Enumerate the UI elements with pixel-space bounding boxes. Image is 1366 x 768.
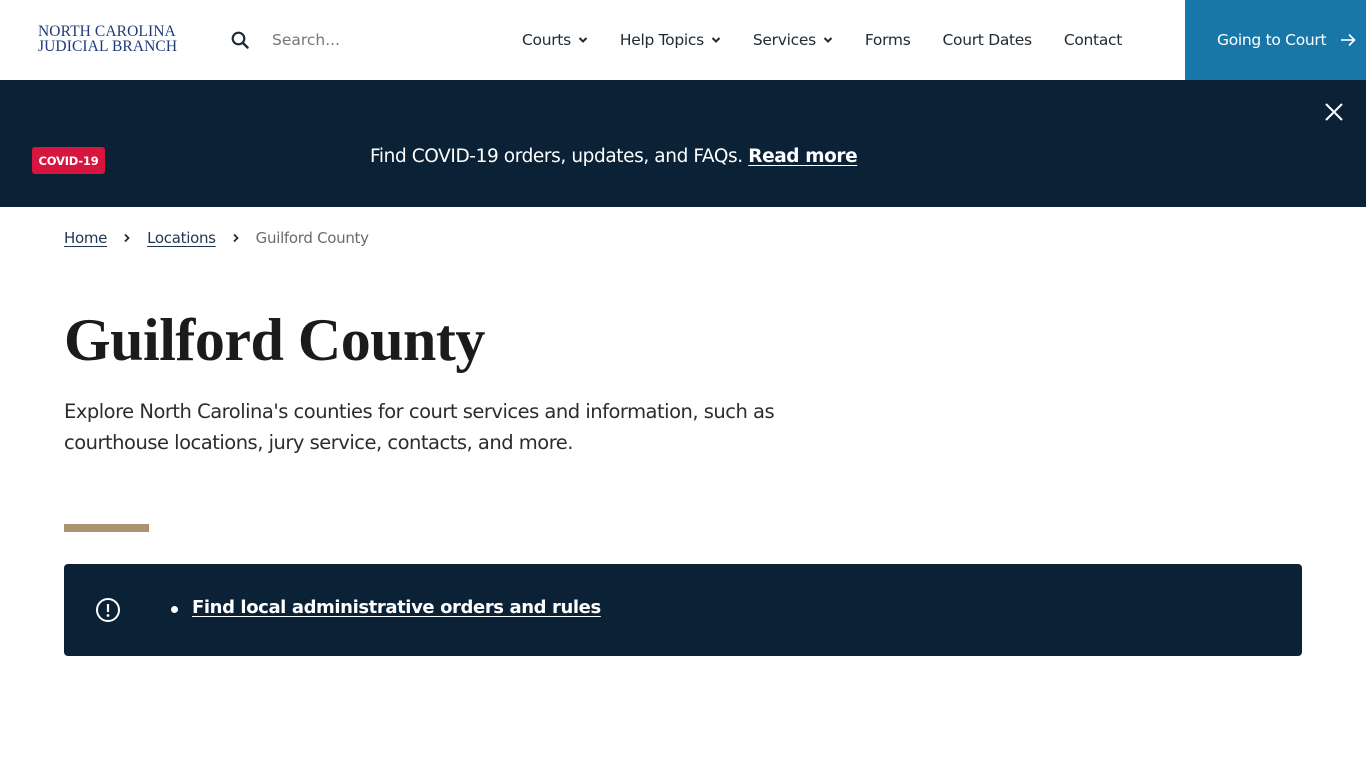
- arrow-right-icon: [1341, 33, 1356, 47]
- nav-item-label: Courts: [522, 31, 571, 49]
- nav-item-label: Help Topics: [619, 31, 704, 49]
- accent-divider: [64, 524, 149, 532]
- chevron-down-icon: [578, 37, 588, 43]
- read-more-link[interactable]: Read more: [748, 146, 857, 167]
- page-title: Guilford County: [64, 307, 485, 373]
- nav-item-label: Services: [752, 31, 816, 49]
- nav-item-courts[interactable]: Courts: [506, 0, 604, 80]
- nav-item-forms[interactable]: Forms: [849, 0, 927, 80]
- logo-line-1: NORTH CAROLINA: [38, 23, 176, 40]
- nav-item-label: Court Dates: [942, 31, 1032, 49]
- banner-message: Find COVID-19 orders, updates, and FAQs.…: [370, 146, 858, 167]
- logo-line-2: JUDICIAL BRANCH: [38, 38, 178, 55]
- nav-item-help-topics[interactable]: Help Topics: [604, 0, 737, 80]
- admin-orders-link[interactable]: Find local administrative orders and rul…: [192, 597, 601, 618]
- nav-item-label: Forms: [864, 31, 911, 49]
- breadcrumb-home[interactable]: Home: [64, 229, 107, 247]
- chevron-right-icon: [233, 233, 239, 243]
- site-header: NORTH CAROLINA JUDICIAL BRANCH Courts He…: [0, 0, 1366, 80]
- chevron-down-icon: [823, 37, 833, 43]
- alert-list: Find local administrative orders and rul…: [171, 597, 601, 618]
- nav-item-contact[interactable]: Contact: [1048, 0, 1138, 80]
- chevron-down-icon: [711, 37, 721, 43]
- site-logo[interactable]: NORTH CAROLINA JUDICIAL BRANCH: [38, 23, 178, 55]
- chevron-right-icon: [124, 233, 130, 243]
- covid-banner: COVID-19 Find COVID-19 orders, updates, …: [0, 80, 1366, 207]
- breadcrumb-current: Guilford County: [255, 229, 369, 247]
- search-input[interactable]: [262, 24, 462, 56]
- going-to-court-label: Going to Court: [1217, 31, 1327, 49]
- info-alert: Find local administrative orders and rul…: [64, 564, 1302, 656]
- bullet: [171, 606, 178, 613]
- going-to-court-button[interactable]: Going to Court: [1185, 0, 1366, 80]
- banner-text: Find COVID-19 orders, updates, and FAQs.: [370, 146, 743, 167]
- nav-item-services[interactable]: Services: [737, 0, 849, 80]
- page-description: Explore North Carolina's counties for co…: [64, 400, 775, 454]
- breadcrumb: Home Locations Guilford County: [64, 229, 369, 247]
- covid-badge: COVID-19: [32, 147, 105, 174]
- close-icon[interactable]: [1323, 101, 1345, 123]
- breadcrumb-locations[interactable]: Locations: [147, 229, 216, 247]
- alert-list-item: Find local administrative orders and rul…: [171, 597, 601, 618]
- nav-item-court-dates[interactable]: Court Dates: [926, 0, 1047, 80]
- search-icon[interactable]: [231, 31, 249, 49]
- nav-item-label: Contact: [1063, 31, 1123, 49]
- main-nav: Courts Help Topics Services Forms Court …: [506, 0, 1138, 80]
- exclamation-circle-icon: [95, 597, 121, 623]
